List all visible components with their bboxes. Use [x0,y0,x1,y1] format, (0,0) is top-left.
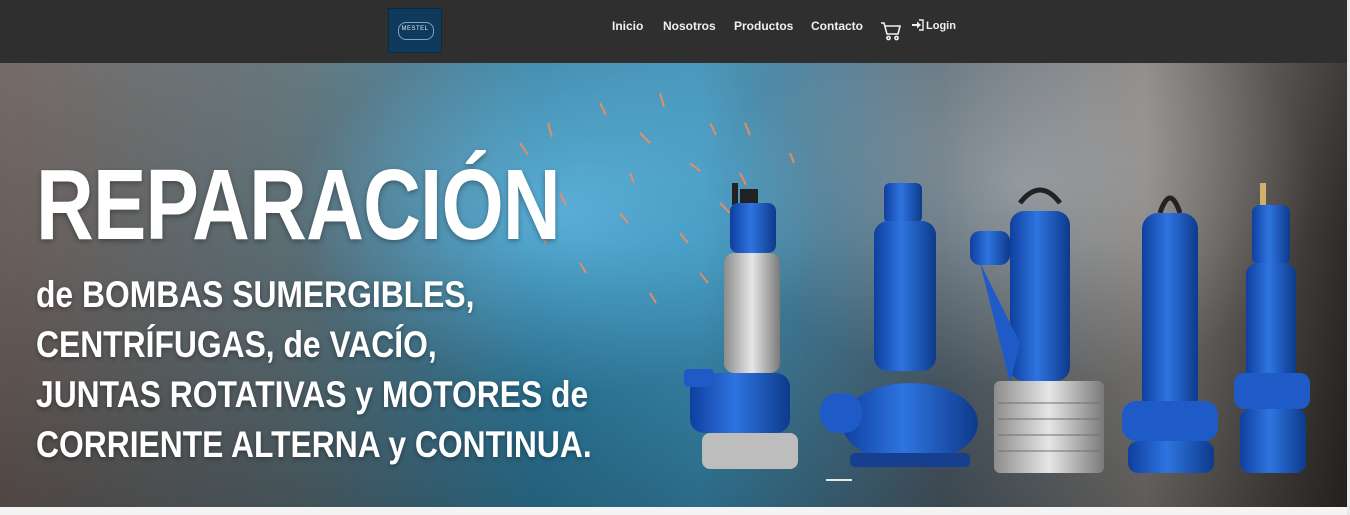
pump-1-icon [684,183,798,469]
pump-5-icon [1234,183,1310,473]
hero-title: REPARACIÓN [36,149,561,261]
hero-slider[interactable]: REPARACIÓN de BOMBAS SUMERGIBLES, CENTRÍ… [0,63,1347,507]
pump-4-icon [1122,195,1218,473]
nav-contacto[interactable]: Contacto [811,19,863,33]
hero-subtitle-line-2: CENTRÍFUGAS, de VACÍO, [36,324,437,365]
page-bottom-strip [0,507,1347,515]
top-navbar: MESTEL Inicio Nosotros Productos Contact… [0,0,1347,63]
brand-logo[interactable]: MESTEL [388,8,442,53]
nav-inicio[interactable]: Inicio [612,19,643,33]
login-label: Login [926,20,956,32]
sign-in-icon [912,19,924,31]
hero-subtitle-line-4: CORRIENTE ALTERNA y CONTINUA. [36,424,592,465]
slide-indicator[interactable] [826,479,852,481]
pumps-illustration [684,183,1310,473]
logo-text: MESTEL [401,26,429,32]
pump-3-icon [970,187,1104,473]
hero-subtitle-line-3: JUNTAS ROTATIVAS y MOTORES de [36,374,589,415]
nav-nosotros[interactable]: Nosotros [663,19,716,33]
shopping-cart-icon[interactable] [880,20,902,42]
hero-subtitle-line-1: de BOMBAS SUMERGIBLES, [36,274,475,315]
login-link[interactable]: Login [912,19,956,32]
pump-2-icon [820,183,978,467]
nav-productos[interactable]: Productos [734,19,793,33]
